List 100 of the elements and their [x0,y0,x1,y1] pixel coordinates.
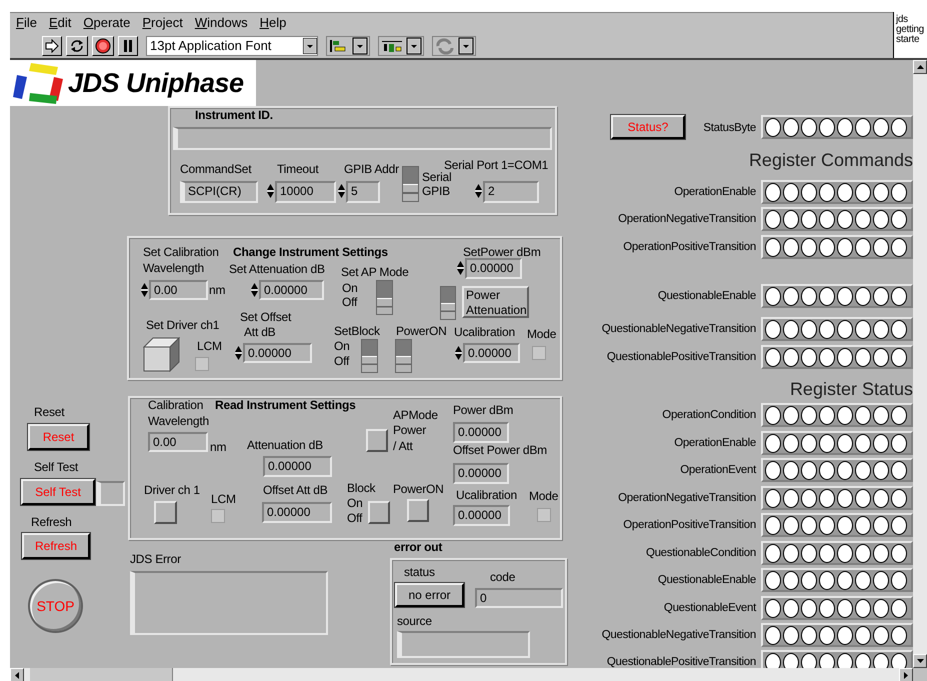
field-label: GPIB Addr [344,161,399,177]
register-label: QuestionablePositiveTransition [606,350,756,365]
register-label: QuestionableEnable [656,289,756,304]
numeric-field[interactable]: 0.00000 [259,280,324,300]
toggle-switch[interactable] [440,286,456,320]
numeric-display: 0.00000 [263,456,332,477]
scroll-right-icon[interactable] [899,668,913,681]
menu-item[interactable]: Windows [188,13,254,33]
menu-item[interactable]: Project [136,13,189,33]
scroll-thumb[interactable] [30,668,173,681]
spinner-arrows-icon[interactable] [457,259,464,277]
pause-icon[interactable] [118,36,138,56]
abort-icon[interactable] [92,36,114,56]
register-label: OperationPositiveTransition [622,518,756,533]
register-label: OperationNegativeTransition [617,491,756,506]
field-label: On [347,495,363,511]
ring-selector[interactable]: SCPI(CR) [180,181,258,203]
toggle-switch[interactable] [395,339,412,373]
toggle-switch[interactable] [361,339,378,373]
field-label: Att dB [244,324,276,340]
numeric-field[interactable]: 0.00000 [243,343,312,363]
field-label: LCM [197,338,222,354]
field-label: SetPower dBm [463,244,541,260]
field-label: SetBlock [334,323,380,339]
spinner-arrows-icon[interactable] [141,281,148,299]
vertical-scrollbar[interactable] [913,60,927,668]
boolean-button[interactable] [154,501,177,524]
field-label: GPIB [422,183,450,199]
logo-icon [12,61,64,105]
spinner-arrows-icon[interactable] [251,281,258,299]
spinner-arrows-icon[interactable] [338,182,345,200]
field-label: Ucalibration [454,324,515,340]
menu-item[interactable]: Edit [42,13,78,33]
field-label: Reset [34,404,64,420]
scroll-up-icon[interactable] [913,60,927,74]
field-label: PowerON [393,481,444,497]
mode-label: Power Attenuation [462,286,529,318]
field-label: Power dBm [453,402,514,418]
register-label: OperationCondition [661,408,756,423]
register-label: OperationEnable [673,185,756,200]
boolean-button[interactable] [407,499,429,522]
group-title: Instrument ID. [195,107,273,123]
numeric-field[interactable]: 0.00000 [465,258,522,279]
field-label: PowerON [396,323,447,339]
field-label: CommandSet [180,161,252,177]
text-field[interactable] [173,127,552,150]
numeric-display: 0.00 [148,432,208,452]
register-label: OperationNegativeTransition [617,212,756,227]
field-label: Set Offset [240,309,292,325]
field-label: Refresh [31,514,72,530]
run-continuous-icon[interactable] [66,36,88,56]
font-dropdown[interactable]: 13pt Application Font [146,36,318,56]
field-label: Serial [422,170,452,185]
numeric-field[interactable]: 10000 [275,181,336,203]
spinner-arrows-icon[interactable] [267,182,274,200]
field-label: Mode [527,326,556,342]
toggle-switch[interactable] [376,280,393,315]
field-label: Set Driver ch1 [146,317,220,333]
field-label: JDS Error [130,551,181,567]
distribute-objects-icon[interactable] [378,36,424,56]
spinner-arrows-icon[interactable] [455,344,462,362]
group-title: Read Instrument Settings [215,397,356,413]
reorder-icon[interactable] [432,36,476,56]
numeric-field[interactable]: 0.00000 [463,343,520,363]
numeric-field[interactable]: 0.00 [149,280,208,300]
register-label: QuestionableCondition [644,546,756,561]
field-label: On [334,338,350,354]
field-label: status [404,564,435,580]
error-status-button[interactable]: no error [395,583,464,607]
group-title: Change Instrument Settings [233,244,388,260]
horizontal-scrollbar[interactable] [10,668,913,681]
numeric-display: 0.00000 [453,463,509,484]
field-label: code [490,569,516,585]
numeric-field[interactable]: 5 [346,181,380,203]
field-label: Set AP Mode [341,264,409,280]
spinner-arrows-icon[interactable] [475,182,482,200]
boolean-button[interactable] [368,501,390,524]
field-label: source [397,613,432,629]
align-objects-icon[interactable] [326,36,370,56]
field-label: LCM [211,491,236,507]
toggle-switch[interactable] [402,166,419,202]
numeric-field[interactable]: 2 [483,181,539,203]
text-display [96,481,125,506]
scroll-left-icon[interactable] [10,668,24,681]
boolean-button[interactable] [366,429,388,452]
field-label: Offset Att dB [263,482,328,498]
field-label: APMode [393,407,438,423]
scroll-down-icon[interactable] [913,654,927,668]
register-label: QuestionableEnable [656,573,756,588]
push-button[interactable] [143,337,180,372]
menu-item[interactable]: File [10,13,43,33]
menu-item[interactable]: Operate [77,13,136,33]
caret-icon[interactable] [303,36,317,54]
field-label: Ucalibration [456,487,517,503]
scrollbar-corner [913,668,927,681]
field-label: Power / Att [393,422,427,454]
spinner-arrows-icon[interactable] [235,344,242,362]
menu-item[interactable]: Help [254,13,292,33]
field-label: Off [347,510,362,526]
register-label: QuestionableNegativeTransition [600,322,756,337]
